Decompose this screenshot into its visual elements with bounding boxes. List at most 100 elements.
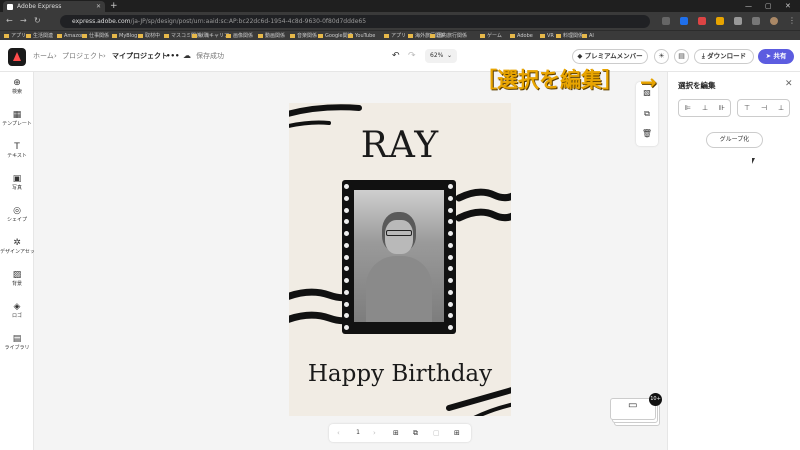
library-icon: ▤ bbox=[12, 334, 22, 344]
bookmark-label: アプリ bbox=[11, 33, 27, 39]
adobe-favicon-icon bbox=[7, 4, 13, 10]
breadcrumb-home[interactable]: ホーム bbox=[33, 51, 54, 61]
app-header: ホーム › プロジェクト › マイプロジェクト ••• ☁ 保存成功 ↶ ↷ 6… bbox=[0, 40, 800, 72]
bookmark-label: 音楽関係 bbox=[297, 33, 318, 39]
rail-item-label: ライブラリ bbox=[4, 345, 30, 351]
forward-icon[interactable]: → bbox=[20, 15, 27, 27]
rail-item-label: シェイプ bbox=[6, 217, 27, 223]
premium-member-button[interactable]: ◆ プレミアムメンバー bbox=[572, 49, 648, 64]
duplicate-page-icon[interactable]: ⧉ bbox=[413, 428, 418, 438]
bookmark-label: MyBlog bbox=[119, 33, 138, 39]
horizontal-align-group: ⊫ ⊥ ⊪ bbox=[678, 99, 731, 117]
url-input[interactable]: express.adobe.com/ja-JP/sp/design/post/u… bbox=[60, 15, 650, 28]
share-label: 共有 bbox=[773, 52, 787, 60]
prev-page-icon[interactable]: ‹ bbox=[337, 428, 340, 438]
add-page-icon[interactable]: ⊞ bbox=[393, 428, 399, 438]
zoom-select[interactable]: 62% ⌄ bbox=[425, 49, 457, 63]
rail-item-template[interactable]: ▦ テンプレート bbox=[0, 110, 34, 128]
annotation-arrow: → bbox=[640, 70, 657, 94]
close-window-icon[interactable]: ✕ bbox=[785, 0, 791, 12]
photo-body bbox=[366, 256, 432, 322]
rail-item-label: 背景 bbox=[11, 281, 22, 287]
back-icon[interactable]: ← bbox=[6, 15, 13, 27]
lightbulb-icon[interactable]: ☀ bbox=[654, 49, 669, 64]
card-title[interactable]: RAY bbox=[289, 125, 511, 166]
bookmark-label: 仕事関係 bbox=[89, 33, 110, 39]
align-right-icon[interactable]: ⊪ bbox=[715, 103, 729, 113]
maximize-icon[interactable]: ▢ bbox=[765, 0, 772, 12]
extension-icon[interactable] bbox=[662, 17, 670, 25]
design-asset-icon: ✲ bbox=[13, 238, 21, 248]
folder-icon bbox=[138, 33, 143, 38]
chevron-right-icon: › bbox=[103, 52, 106, 60]
redo-icon[interactable]: ↷ bbox=[408, 50, 416, 62]
rail-item-library[interactable]: ▤ ライブラリ bbox=[0, 334, 34, 352]
breadcrumb-project[interactable]: プロジェクト bbox=[62, 51, 104, 61]
align-left-icon[interactable]: ⊫ bbox=[681, 103, 695, 113]
browser-tab[interactable]: Adobe Express ✕ bbox=[3, 1, 105, 12]
grid-view-icon[interactable]: ⊞ bbox=[454, 428, 460, 438]
photo-face bbox=[385, 220, 413, 254]
puzzle-icon[interactable] bbox=[734, 17, 742, 25]
bookmark-label: 取材中 bbox=[145, 33, 161, 39]
bookmark-label: ゲーム bbox=[487, 33, 502, 39]
align-middle-icon[interactable]: ⊣ bbox=[757, 103, 771, 113]
photo-glasses bbox=[386, 230, 412, 236]
bookmark-label: 動画関係 bbox=[265, 33, 286, 39]
page-number[interactable]: 1 bbox=[347, 428, 369, 438]
group-button[interactable]: グループ化 bbox=[706, 132, 763, 148]
rail-item-logo[interactable]: ◈ ロゴ bbox=[0, 302, 34, 320]
folder-icon bbox=[430, 33, 435, 38]
breadcrumb-current: マイプロジェクト bbox=[112, 52, 168, 60]
next-page-icon[interactable]: › bbox=[373, 428, 376, 438]
minimize-icon[interactable]: — bbox=[745, 0, 752, 12]
download-button[interactable]: ⤓ ダウンロード bbox=[694, 49, 754, 64]
logo-icon: ◈ bbox=[13, 302, 21, 312]
extension-icon[interactable] bbox=[716, 17, 724, 25]
more-options-button[interactable]: ••• bbox=[166, 51, 179, 61]
close-tab-icon[interactable]: ✕ bbox=[96, 1, 101, 12]
film-frame[interactable] bbox=[342, 180, 456, 334]
url-path: /ja-JP/sp/design/post/urn:aaid:sc:AP:bc2… bbox=[130, 18, 367, 25]
extension-icon[interactable] bbox=[680, 17, 688, 25]
folder-icon bbox=[258, 33, 263, 38]
bookmark-label: 画像関係 bbox=[233, 33, 254, 39]
left-rail: ⊕ 検索 ▦ テンプレート T テキスト ▣ 写真 ◎ シェイプ ✲ デザインアセット ▨ 背景 ◈ ロゴ ▤ ラ… bbox=[0, 72, 40, 450]
background-icon: ▨ bbox=[12, 270, 22, 280]
card-subtitle[interactable]: Happy Birthday bbox=[289, 361, 511, 387]
folder-icon bbox=[192, 33, 197, 38]
sidebar-icon[interactable] bbox=[752, 17, 760, 25]
delete-page-icon[interactable]: ▢ bbox=[433, 428, 440, 438]
bookmarks-bar: アプリ 生活関連 Amazon 仕事関係 MyBlog 取材中 マスコミ関係 就職キャリア 画像… bbox=[0, 30, 800, 40]
rail-item-background[interactable]: ▨ 背景 bbox=[0, 270, 34, 288]
close-icon[interactable]: ✕ bbox=[785, 79, 793, 89]
align-top-icon[interactable]: ⊤ bbox=[740, 103, 754, 113]
reload-icon[interactable]: ↻ bbox=[34, 15, 41, 27]
url-host: express.adobe.com bbox=[72, 18, 131, 25]
rail-item-design-asset[interactable]: ✲ デザインアセット bbox=[0, 238, 40, 256]
adobe-express-logo-icon[interactable] bbox=[8, 48, 26, 66]
rail-item-photo[interactable]: ▣ 写真 bbox=[0, 174, 34, 192]
folder-icon bbox=[480, 33, 485, 38]
new-tab-icon[interactable]: + bbox=[110, 0, 118, 12]
extension-icon[interactable] bbox=[698, 17, 706, 25]
template-icon: ▦ bbox=[12, 110, 22, 120]
rail-item-label: テンプレート bbox=[2, 121, 32, 127]
rail-item-label: 検索 bbox=[11, 89, 22, 95]
edit-selection-panel: 選択を編集 ✕ ⊫ ⊥ ⊪ ⊤ ⊣ ⊥ グループ化 bbox=[667, 72, 800, 450]
rail-item-text[interactable]: T テキスト bbox=[0, 142, 34, 160]
portrait-photo[interactable] bbox=[354, 190, 444, 322]
trash-icon[interactable]: 🗑 bbox=[636, 129, 658, 139]
undo-icon[interactable]: ↶ bbox=[392, 50, 400, 62]
share-button[interactable]: ➤ 共有 bbox=[758, 49, 794, 64]
menu-dots-icon[interactable]: ⋮ bbox=[788, 15, 796, 27]
calendar-icon[interactable]: ▤ bbox=[674, 49, 689, 64]
duplicate-icon[interactable]: ⧉ bbox=[636, 109, 658, 119]
align-center-icon[interactable]: ⊥ bbox=[698, 103, 712, 113]
rail-item-shape[interactable]: ◎ シェイプ bbox=[0, 206, 34, 224]
folder-icon bbox=[26, 33, 31, 38]
rail-item-search[interactable]: ⊕ 検索 bbox=[0, 78, 34, 96]
profile-avatar[interactable] bbox=[770, 17, 778, 25]
align-bottom-icon[interactable]: ⊥ bbox=[774, 103, 788, 113]
design-card[interactable]: RAY Happy Birthday bbox=[289, 103, 511, 416]
